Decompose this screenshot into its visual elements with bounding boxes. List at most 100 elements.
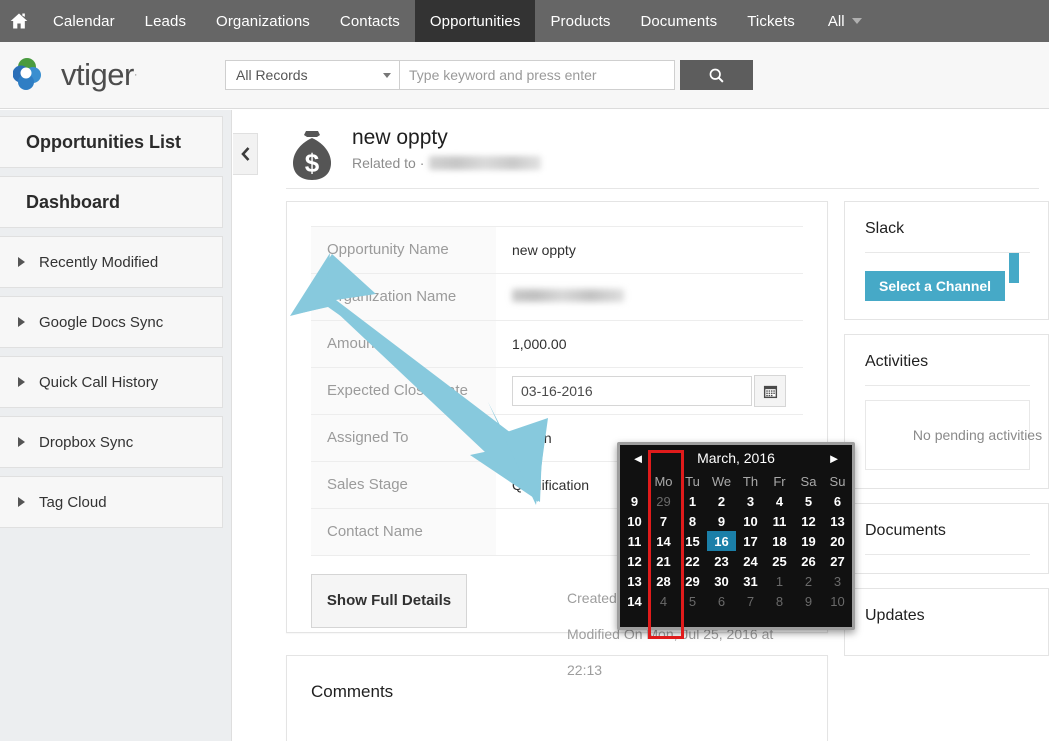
search-input[interactable] bbox=[400, 60, 675, 90]
date-cell[interactable]: 14 bbox=[649, 531, 678, 551]
search-submit-button[interactable] bbox=[680, 60, 753, 90]
nav-label: Leads bbox=[144, 12, 187, 30]
dayname-su: Su bbox=[829, 473, 846, 489]
date-picker-weeks: 9 29 1 2 3 4 5 6 10 7 8 9 10 11 12 13 11 14 15 16 17 18 19 20 12… bbox=[620, 491, 852, 611]
date-cell[interactable]: 9 bbox=[794, 591, 823, 611]
triangle-right-icon bbox=[18, 377, 25, 387]
nav-item-leads[interactable]: Leads bbox=[130, 0, 201, 42]
date-cell[interactable]: 4 bbox=[765, 491, 794, 511]
field-value-opportunity-name[interactable]: new oppty bbox=[496, 227, 803, 274]
nav-item-opportunities[interactable]: Opportunities bbox=[414, 0, 536, 42]
sidebar-collapse-button[interactable] bbox=[233, 133, 258, 175]
date-cell[interactable]: 2 bbox=[794, 571, 823, 591]
date-cell[interactable]: 27 bbox=[823, 551, 852, 571]
related-to-value-redacted bbox=[429, 156, 542, 170]
date-cell[interactable]: 1 bbox=[765, 571, 794, 591]
date-cell[interactable]: 10 bbox=[823, 591, 852, 611]
date-cell[interactable]: 4 bbox=[649, 591, 678, 611]
date-cell[interactable]: 26 bbox=[794, 551, 823, 571]
date-cell[interactable]: 5 bbox=[794, 491, 823, 511]
date-cell[interactable]: 3 bbox=[736, 491, 765, 511]
sidebar-item-dropbox-sync[interactable]: Dropbox Sync bbox=[0, 416, 223, 468]
vtiger-logo-icon bbox=[13, 58, 41, 90]
date-cell[interactable]: 31 bbox=[736, 571, 765, 591]
date-cell[interactable]: 29 bbox=[649, 491, 678, 511]
date-cell[interactable]: 6 bbox=[823, 491, 852, 511]
date-cell[interactable]: 24 bbox=[736, 551, 765, 571]
date-cell[interactable]: 17 bbox=[736, 531, 765, 551]
date-cell[interactable]: 3 bbox=[823, 571, 852, 591]
sidebar-item-opportunities-list[interactable]: Opportunities List bbox=[0, 116, 223, 168]
next-month-button[interactable]: ► bbox=[824, 451, 844, 466]
widget-title: Documents bbox=[865, 522, 946, 539]
brand-logo[interactable]: vtiger · bbox=[0, 57, 225, 93]
week-number: 9 bbox=[630, 493, 639, 509]
date-cell[interactable]: 20 bbox=[823, 531, 852, 551]
date-cell[interactable]: 8 bbox=[765, 591, 794, 611]
date-cell[interactable]: 12 bbox=[794, 511, 823, 531]
prev-month-button[interactable]: ◄ bbox=[628, 451, 648, 466]
date-cell[interactable]: 25 bbox=[765, 551, 794, 571]
week-number: 14 bbox=[627, 593, 642, 609]
sidebar-item-label: Tag Cloud bbox=[39, 493, 107, 511]
date-picker-popup[interactable]: ◄ March, 2016 ► Mo Tu We Th Fr Sa Su 9 29… bbox=[617, 442, 855, 630]
widget-title: Activities bbox=[865, 353, 929, 370]
date-cell[interactable]: 29 bbox=[678, 571, 707, 591]
date-cell[interactable]: 8 bbox=[678, 511, 707, 531]
nav-label: Opportunities bbox=[429, 12, 521, 30]
show-full-details-button[interactable]: Show Full Details bbox=[311, 574, 468, 628]
date-cell[interactable]: 23 bbox=[707, 551, 736, 571]
date-cell[interactable]: 6 bbox=[707, 591, 736, 611]
nav-item-calendar[interactable]: Calendar bbox=[38, 0, 130, 42]
date-cell[interactable]: 22 bbox=[678, 551, 707, 571]
date-cell[interactable]: 1 bbox=[678, 491, 707, 511]
date-cell[interactable]: 28 bbox=[649, 571, 678, 591]
sidebar-item-google-docs-sync[interactable]: Google Docs Sync bbox=[0, 296, 223, 348]
nav-item-products[interactable]: Products bbox=[535, 0, 625, 42]
expected-close-date-input[interactable] bbox=[512, 376, 752, 406]
nav-item-tickets[interactable]: Tickets bbox=[732, 0, 810, 42]
date-cell[interactable]: 2 bbox=[707, 491, 736, 511]
date-cell[interactable]: 7 bbox=[649, 511, 678, 531]
date-cell[interactable]: 21 bbox=[649, 551, 678, 571]
dayname-sa: Sa bbox=[800, 473, 817, 489]
date-cell[interactable]: 13 bbox=[823, 511, 852, 531]
date-cell[interactable]: 30 bbox=[707, 571, 736, 591]
date-cell[interactable]: 15 bbox=[678, 531, 707, 551]
search-scope-select[interactable]: All Records bbox=[225, 60, 400, 90]
date-cell[interactable]: 5 bbox=[678, 591, 707, 611]
sidebar-item-recently-modified[interactable]: Recently Modified bbox=[0, 236, 223, 288]
nav-item-all[interactable]: All bbox=[810, 0, 874, 42]
sidebar-item-dashboard[interactable]: Dashboard bbox=[0, 176, 223, 228]
sidebar-item-quick-call-history[interactable]: Quick Call History bbox=[0, 356, 223, 408]
nav-label: Tickets bbox=[747, 12, 795, 30]
sidebar-item-label: Opportunities List bbox=[26, 131, 181, 152]
nav-item-organizations[interactable]: Organizations bbox=[201, 0, 325, 42]
date-cell[interactable]: 19 bbox=[794, 531, 823, 551]
sidebar-item-tag-cloud[interactable]: Tag Cloud bbox=[0, 476, 223, 528]
date-cell-selected[interactable]: 16 bbox=[707, 531, 736, 551]
date-cell[interactable]: 11 bbox=[765, 511, 794, 531]
field-label-organization-name: Organization Name bbox=[311, 273, 496, 321]
record-header: $ new oppty Related to · bbox=[258, 110, 1049, 188]
widget-title: Updates bbox=[865, 607, 925, 624]
nav-item-documents[interactable]: Documents bbox=[625, 0, 732, 42]
date-cell[interactable]: 18 bbox=[765, 531, 794, 551]
date-cell[interactable]: 10 bbox=[736, 511, 765, 531]
select-a-channel-button[interactable]: Select a Channel bbox=[865, 271, 1006, 301]
home-button[interactable] bbox=[0, 0, 38, 42]
field-value-amount[interactable]: 1,000.00 bbox=[496, 321, 803, 368]
date-picker-week-row: 13 28 29 30 31 1 2 3 bbox=[620, 571, 852, 591]
chevron-down-icon bbox=[851, 18, 862, 24]
table-row: Expected Close Date bbox=[311, 367, 803, 415]
brand-name: vtiger bbox=[61, 57, 134, 92]
date-cell[interactable]: 7 bbox=[736, 591, 765, 611]
date-picker-button[interactable] bbox=[754, 375, 786, 407]
channel-button-extension[interactable] bbox=[1009, 253, 1020, 283]
nav-item-contacts[interactable]: Contacts bbox=[325, 0, 415, 42]
svg-text:$: $ bbox=[305, 148, 320, 178]
home-icon bbox=[10, 13, 28, 29]
date-cell[interactable]: 9 bbox=[707, 511, 736, 531]
field-value-organization-name[interactable] bbox=[496, 274, 803, 321]
week-number: 12 bbox=[627, 553, 642, 569]
